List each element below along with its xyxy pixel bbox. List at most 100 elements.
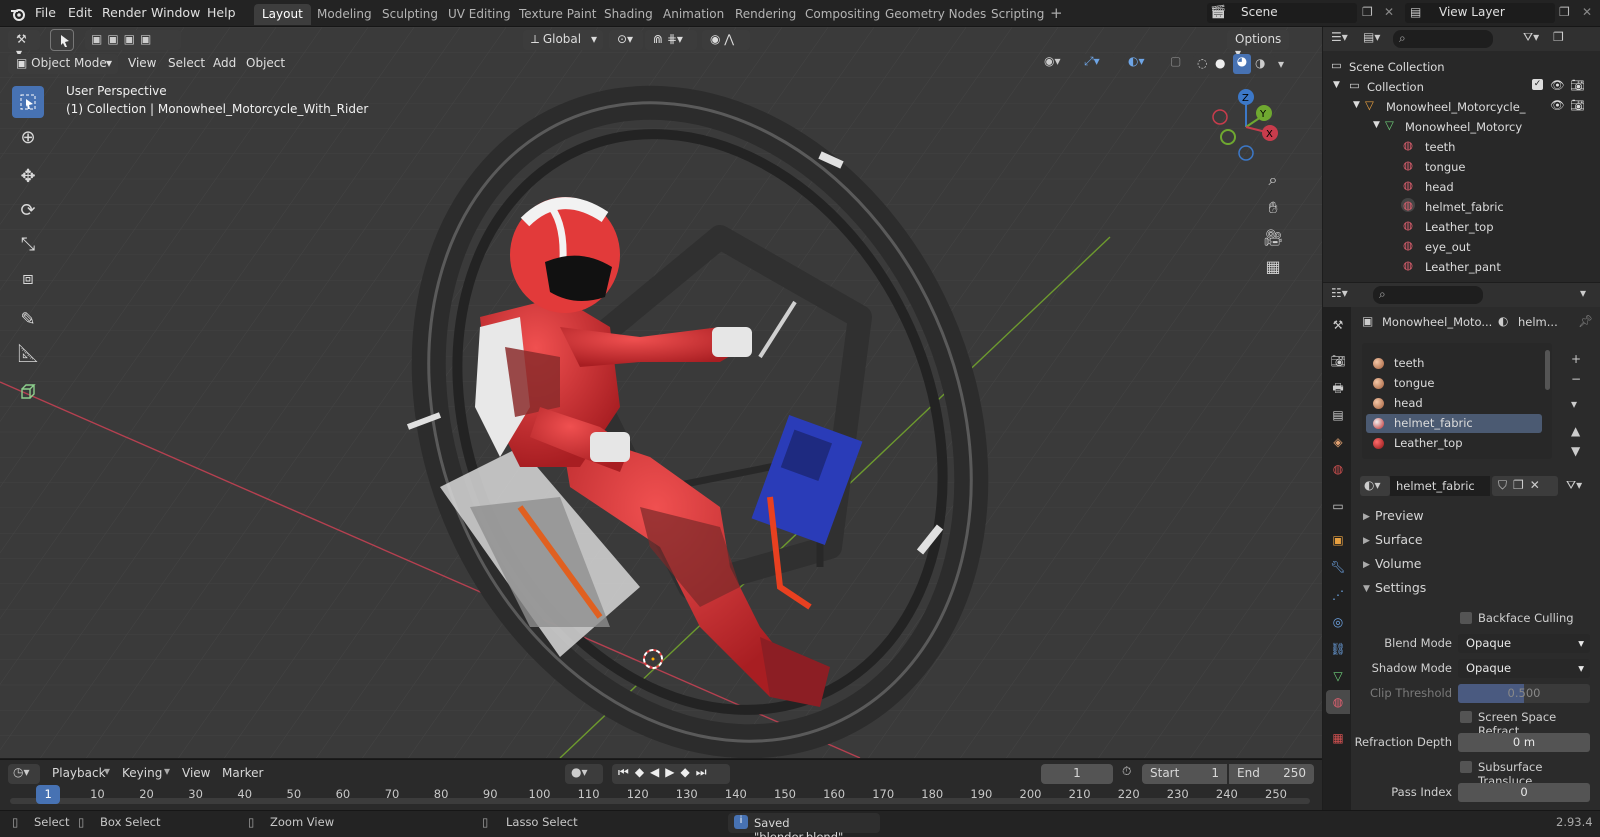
xray-icon[interactable]: ▢ <box>1170 54 1188 74</box>
camera-icon[interactable]: 📷︎ <box>1570 78 1585 92</box>
view-layer-selector[interactable]: View Layer <box>1405 3 1555 23</box>
current-frame-field[interactable]: 1 <box>1041 764 1113 784</box>
menu-marker[interactable]: Marker <box>222 766 263 780</box>
status-message-box[interactable]: i Saved "blender.blend" <box>728 813 880 837</box>
prev-keyframe-icon[interactable]: ◆ <box>635 765 650 779</box>
play-icon[interactable]: ▶ <box>665 765 680 779</box>
outliner-row-material[interactable]: ◍ eye_out <box>1323 238 1600 258</box>
material-slot[interactable]: head <box>1366 394 1542 413</box>
gizmos-icon[interactable]: ⤢▾ <box>1080 54 1116 74</box>
menu-add[interactable]: Add <box>213 56 236 70</box>
browse-material-icon[interactable]: ◐▾ <box>1360 476 1390 496</box>
tab-geometry-nodes[interactable]: Geometry Nodes <box>877 4 994 25</box>
panel-settings[interactable]: Settings <box>1375 580 1426 595</box>
delete-scene-icon[interactable]: ✕ <box>1384 5 1394 19</box>
slot-specials-icon[interactable]: ▾ <box>1571 397 1577 411</box>
tool-select-icon[interactable] <box>50 29 74 51</box>
outliner-row-object[interactable]: ▼ ▽ Monowheel_Motorcycle_ 👁︎ 📷︎ <box>1323 98 1600 118</box>
menu-keying[interactable]: Keying <box>122 766 162 780</box>
timeline-scrollbar[interactable] <box>10 798 1310 804</box>
menu-window[interactable]: Window <box>151 5 200 20</box>
new-scene-icon[interactable]: ❐ <box>1362 5 1373 19</box>
outliner-row-material[interactable]: ◍ teeth <box>1323 138 1600 158</box>
playback-controls[interactable]: ⏮◆◀▶◆⏭ <box>612 764 730 784</box>
transform-tool-icon[interactable]: ⧈ <box>12 262 44 294</box>
unlink-icon[interactable]: ✕ <box>1530 478 1546 492</box>
menu-view[interactable]: View <box>128 56 156 70</box>
material-name-field[interactable]: helmet_fabric <box>1390 476 1490 496</box>
tab-modeling[interactable]: Modeling <box>309 4 380 25</box>
scene-tab-icon[interactable]: ◈ <box>1330 434 1346 450</box>
move-slot-down-icon[interactable]: ▼ <box>1571 444 1580 458</box>
clip-threshold-slider[interactable]: 0.500 <box>1458 684 1590 703</box>
object-tab-icon[interactable]: ▣ <box>1330 532 1346 548</box>
menu-file[interactable]: File <box>35 5 56 20</box>
annotate-tool-icon[interactable]: ✎ <box>12 303 44 335</box>
particles-tab-icon[interactable]: ⋰ <box>1330 587 1346 603</box>
exclude-checkbox[interactable]: ✓ <box>1532 79 1543 90</box>
backface-culling-checkbox[interactable] <box>1460 612 1472 624</box>
tab-shading[interactable]: Shading <box>596 4 661 25</box>
properties-search-input[interactable]: ⌕ <box>1373 286 1483 304</box>
expand-arrow-icon[interactable]: ▼ <box>1363 584 1370 594</box>
refraction-depth-field[interactable]: 0 m <box>1458 733 1590 752</box>
outliner-editor-type-icon[interactable]: ☰▾ <box>1331 30 1348 44</box>
wireframe-shading-icon[interactable]: ◌ <box>1197 56 1207 70</box>
panel-volume[interactable]: Volume <box>1375 556 1422 571</box>
remove-slot-icon[interactable]: − <box>1571 372 1581 386</box>
3d-viewport[interactable]: ⚒︎ ▾ ▣▣▣▣ ⟂︎ Global ▾ ⊙▾ ⋒ ⋕▾ ◉ ⋀ Options… <box>0 27 1322 758</box>
material-slot[interactable]: Leather_top <box>1366 434 1542 453</box>
zoom-view-icon[interactable]: ⌕ <box>1260 167 1286 193</box>
eye-icon[interactable]: 👁︎ <box>1550 78 1565 92</box>
add-workspace-icon[interactable]: + <box>1050 4 1063 22</box>
pin-icon[interactable]: 📌︎ <box>1578 314 1593 328</box>
panel-preview[interactable]: Preview <box>1375 508 1424 523</box>
eye-icon[interactable]: 👁︎ <box>1550 98 1565 112</box>
menu-playback[interactable]: Playback <box>52 766 106 780</box>
tab-rendering[interactable]: Rendering <box>727 4 804 25</box>
menu-edit[interactable]: Edit <box>68 5 92 20</box>
tab-layout[interactable]: Layout <box>254 4 311 25</box>
constraints-tab-icon[interactable]: ⛓︎ <box>1330 641 1346 657</box>
camera-icon[interactable]: 📷︎ <box>1570 98 1585 112</box>
scene-selector[interactable]: Scene <box>1207 3 1357 23</box>
list-scrollbar[interactable] <box>1545 350 1550 390</box>
pivot-point-button[interactable]: ⊙▾ <box>609 30 643 50</box>
modifier-tab-icon[interactable]: 🔧︎ <box>1330 559 1346 575</box>
chevron-down-icon[interactable]: ▾ <box>1580 286 1586 300</box>
tab-sculpting[interactable]: Sculpting <box>374 4 446 25</box>
node-filter-icon[interactable]: ⛛▾ <box>1566 478 1582 493</box>
render-tab-icon[interactable]: 📷︎ <box>1330 353 1346 369</box>
overlays-icon[interactable]: ◐▾ <box>1124 54 1160 74</box>
menu-select[interactable]: Select <box>168 56 205 70</box>
tab-scripting[interactable]: Scripting <box>983 4 1052 25</box>
record-button[interactable]: ●▾ <box>565 764 603 784</box>
tab-compositing[interactable]: Compositing <box>797 4 888 25</box>
transform-orientation-select[interactable]: ⟂︎ Global ▾ <box>523 30 603 50</box>
pass-index-field[interactable]: 0 <box>1458 783 1590 802</box>
camera-view-icon[interactable]: 🎥︎ <box>1260 225 1286 251</box>
blender-logo-icon[interactable] <box>10 6 26 22</box>
texture-tab-icon[interactable]: ▦ <box>1330 730 1346 746</box>
scale-tool-icon[interactable]: ⤡ <box>12 228 44 260</box>
shadow-mode-select[interactable]: Opaque ▾ <box>1458 659 1590 678</box>
rendered-shading-icon[interactable]: ◑ <box>1255 56 1265 70</box>
outliner-row-collection[interactable]: ▼ ▭ Collection ✓ 👁︎ 📷︎ <box>1323 78 1600 98</box>
outliner-row-material[interactable]: ◍ Leather_pant <box>1323 258 1600 278</box>
expand-arrow-icon[interactable]: ▼ <box>1333 80 1340 90</box>
outliner-row-scene-collection[interactable]: ▭ Scene Collection <box>1323 58 1600 78</box>
filter-icon[interactable]: ⛛▾ <box>1523 30 1539 45</box>
measure-tool-icon[interactable]: 📐︎ <box>12 337 44 369</box>
panel-surface[interactable]: Surface <box>1375 532 1423 547</box>
menu-object[interactable]: Object <box>246 56 285 70</box>
tool-tab-icon[interactable]: ⚒︎ <box>1330 317 1346 333</box>
display-mode-icon[interactable]: ▤▾ <box>1363 30 1380 44</box>
jump-start-icon[interactable]: ⏮ <box>618 765 635 779</box>
options-button[interactable]: Options ▾ <box>1227 30 1289 60</box>
expand-arrow-icon[interactable]: ▼ <box>1373 120 1380 130</box>
collapse-arrow-icon[interactable]: ▶ <box>1363 560 1370 570</box>
view-layer-tab-icon[interactable]: ▤ <box>1330 407 1346 423</box>
collection-tab-icon[interactable]: ▭ <box>1330 498 1346 514</box>
menu-timeline-view[interactable]: View <box>182 766 210 780</box>
menu-render[interactable]: Render <box>102 5 147 20</box>
